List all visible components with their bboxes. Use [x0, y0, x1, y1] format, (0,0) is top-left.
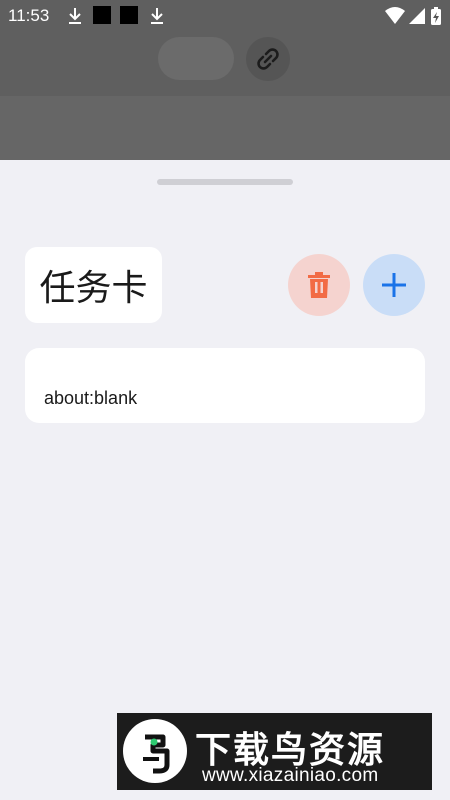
watermark-logo	[123, 719, 187, 783]
plus-icon	[382, 273, 406, 297]
signal-icon	[409, 8, 425, 24]
task-card-sheet: 任务卡 about:blank	[0, 160, 450, 800]
watermark-url: www.xiazainiao.com	[202, 765, 379, 786]
delete-button[interactable]	[288, 254, 350, 316]
link-icon	[257, 48, 279, 70]
trash-icon	[308, 272, 330, 298]
battery-charging-icon	[431, 7, 441, 25]
add-button[interactable]	[363, 254, 425, 316]
notification-square-icon	[93, 6, 111, 24]
task-card-url: about:blank	[44, 388, 138, 408]
task-card-title-container: 任务卡	[25, 247, 162, 323]
link-button[interactable]	[246, 37, 290, 81]
notification-square-icon	[120, 6, 138, 24]
drag-handle[interactable]	[157, 179, 293, 185]
watermark-banner: 下载鸟资源 www.xiazainiao.com	[117, 713, 432, 790]
task-card[interactable]: about:blank	[25, 348, 425, 423]
download-icon	[151, 8, 163, 24]
bird-logo-icon	[143, 734, 170, 774]
sheet-title: 任务卡	[39, 268, 148, 309]
status-bar: 11:53	[0, 0, 450, 32]
wifi-icon	[385, 7, 405, 24]
status-time: 11:53	[8, 6, 50, 25]
download-icon	[69, 8, 81, 24]
dimmed-background[interactable]: 11:53	[0, 0, 450, 160]
background-pill	[158, 37, 234, 80]
